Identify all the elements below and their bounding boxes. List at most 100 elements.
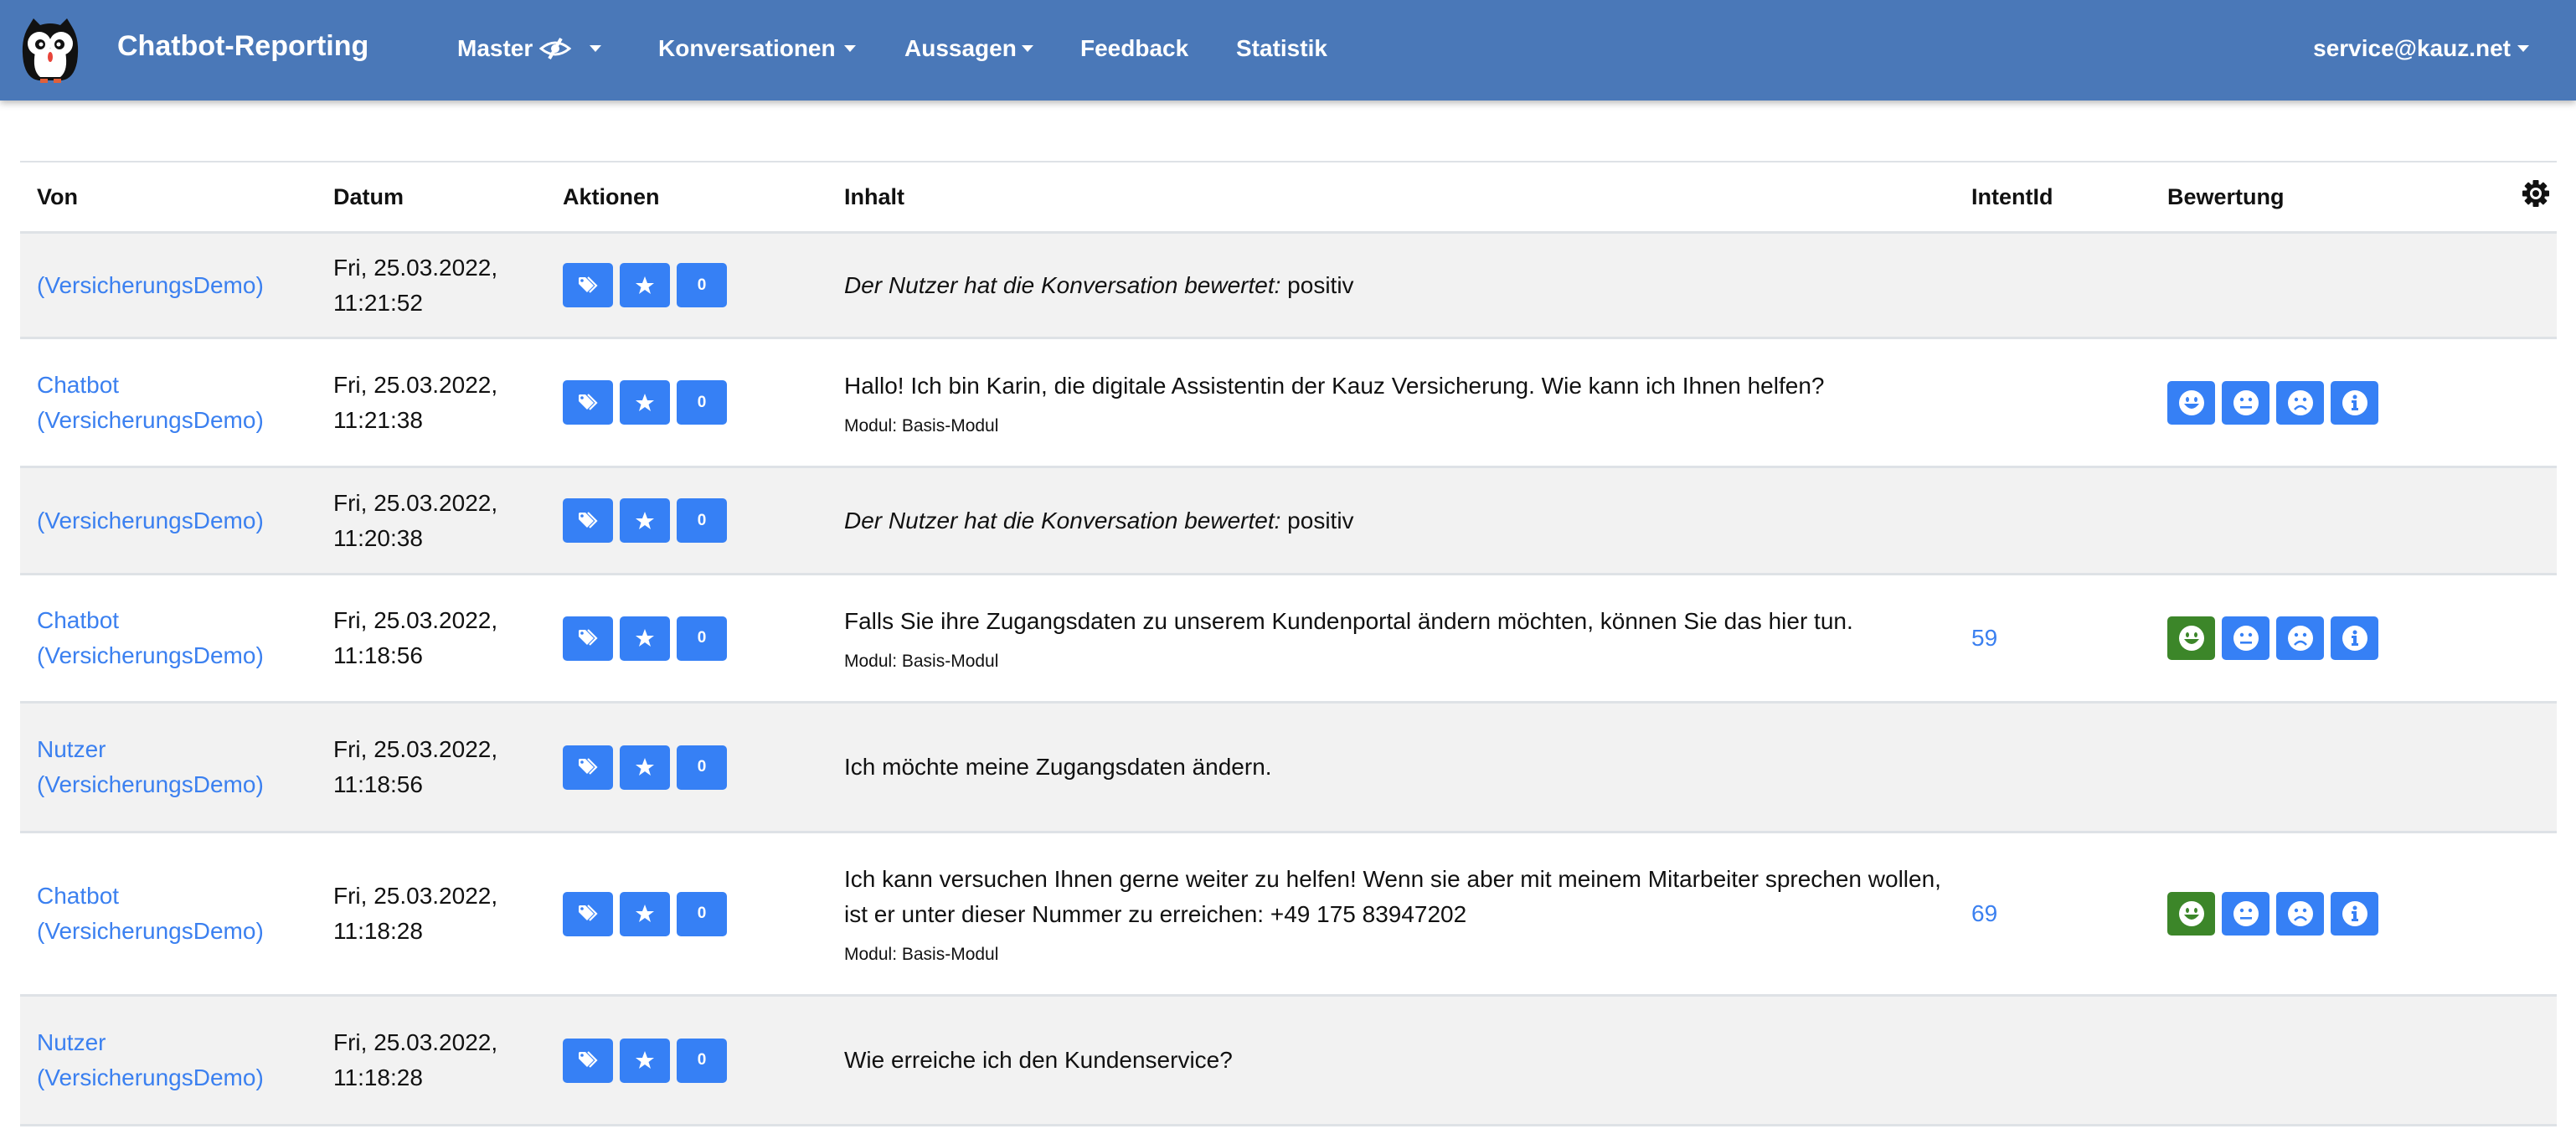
rate-neutral-button[interactable] (2222, 892, 2269, 936)
count-button[interactable]: 0 (677, 380, 727, 425)
tags-button[interactable] (563, 745, 613, 790)
cell-intentid: 69 (1955, 832, 2151, 997)
cell-datum: Fri, 25.03.2022, 11:21:52 (317, 232, 546, 339)
nav-feedback-link[interactable]: Feedback (1080, 35, 1188, 62)
cell-von: Nutzer (VersicherungsDemo) (20, 995, 317, 1126)
count-button[interactable]: 0 (677, 745, 727, 790)
favorite-button[interactable] (620, 380, 670, 425)
nav-statistik-link[interactable]: Statistik (1236, 35, 1327, 62)
date-text: Fri, 25.03.2022, (333, 489, 498, 516)
rate-negative-button[interactable] (2276, 380, 2324, 425)
tags-button[interactable] (563, 380, 613, 425)
rate-neutral-button[interactable] (2222, 380, 2269, 425)
sender-link[interactable]: (VersicherungsDemo) (37, 503, 317, 539)
message-body: Falls Sie ihre Zugangsdaten zu unserem K… (844, 608, 1853, 634)
cell-inhalt: Der Nutzer hat die Konversation bewertet… (827, 232, 1955, 339)
cell-inhalt: Falls Sie ihre Zugangsdaten zu unserem K… (827, 574, 1955, 704)
tags-button[interactable] (563, 263, 613, 307)
nav-feedback-label: Feedback (1080, 35, 1189, 61)
message-body: Wie erreiche ich den Kundenservice? (844, 1047, 1233, 1073)
column-header-datum[interactable]: Datum (317, 162, 546, 234)
sender-link[interactable]: Chatbot (VersicherungsDemo) (37, 603, 317, 673)
time-text: 11:21:38 (333, 406, 423, 433)
nav-master-dropdown[interactable]: Master (457, 35, 602, 62)
table-row: Chatbot (VersicherungsDemo) Fri, 25.03.2… (20, 574, 2557, 704)
rate-negative-button[interactable] (2276, 892, 2324, 936)
favorite-button[interactable] (620, 616, 670, 661)
date-text: Fri, 25.03.2022, (333, 1029, 498, 1055)
intent-id-link[interactable]: 59 (1971, 625, 1997, 651)
message-italic-prefix: Der Nutzer hat die Konversation bewertet… (844, 507, 1281, 533)
cell-intentid (1955, 466, 2151, 575)
table-header-row: Von Datum Aktionen Inhalt IntentId Bewer… (20, 162, 2557, 234)
date-text: Fri, 25.03.2022, (333, 736, 498, 762)
time-text: 11:18:28 (333, 1064, 423, 1090)
star-icon (636, 393, 654, 411)
sender-link[interactable]: Chatbot (VersicherungsDemo) (37, 368, 317, 438)
cell-bewertung (2151, 466, 2557, 575)
favorite-button[interactable] (620, 891, 670, 936)
sender-link[interactable]: Nutzer (VersicherungsDemo) (37, 1025, 317, 1095)
tags-button[interactable] (563, 891, 613, 936)
tags-icon (579, 629, 598, 646)
count-button[interactable]: 0 (677, 498, 727, 543)
favorite-button[interactable] (620, 745, 670, 790)
column-header-von[interactable]: Von (20, 162, 317, 234)
rating-info-button[interactable] (2331, 380, 2378, 425)
count-button[interactable]: 0 (677, 616, 727, 661)
count-button[interactable]: 0 (677, 891, 727, 936)
cell-inhalt: Ich kann versuchen Ihnen gerne weiter zu… (827, 832, 1955, 997)
star-icon (636, 758, 654, 776)
cell-von: Chatbot (VersicherungsDemo) (20, 338, 317, 468)
rate-positive-button[interactable] (2167, 616, 2215, 660)
nav-konversationen-dropdown[interactable]: Konversationen (658, 35, 856, 62)
count-button[interactable]: 0 (677, 263, 727, 307)
message-body: positiv (1280, 507, 1354, 533)
brand-title[interactable]: Chatbot-Reporting (117, 30, 368, 63)
nav-aussagen-dropdown[interactable]: Aussagen (904, 35, 1033, 62)
favorite-button[interactable] (620, 263, 670, 307)
tags-button[interactable] (563, 498, 613, 543)
user-menu-dropdown[interactable]: service@kauz.net (2313, 35, 2529, 62)
sender-name: Chatbot (37, 371, 120, 398)
sender-link[interactable]: Nutzer (VersicherungsDemo) (37, 732, 317, 802)
intent-id-link[interactable]: 69 (1971, 900, 1997, 926)
rate-positive-button[interactable] (2167, 892, 2215, 936)
rate-positive-button[interactable] (2167, 380, 2215, 425)
date-text: Fri, 25.03.2022, (333, 254, 498, 281)
rating-info-button[interactable] (2331, 616, 2378, 660)
rating-info-button[interactable] (2331, 892, 2378, 936)
time-text: 11:18:56 (333, 642, 423, 668)
cell-bewertung (2151, 232, 2557, 339)
cell-datum: Fri, 25.03.2022, 11:18:56 (317, 702, 546, 833)
cell-aktionen: 0 (546, 702, 827, 833)
rate-negative-button[interactable] (2276, 616, 2324, 660)
star-icon (636, 511, 654, 529)
sender-bot: (VersicherungsDemo) (37, 918, 264, 944)
sender-link[interactable]: Chatbot (VersicherungsDemo) (37, 879, 317, 949)
column-header-intentid[interactable]: IntentId (1955, 162, 2151, 234)
message-italic-prefix: Der Nutzer hat die Konversation bewertet… (844, 271, 1281, 298)
sender-name: Nutzer (37, 1029, 106, 1055)
cell-aktionen: 0 (546, 338, 827, 468)
chevron-down-icon (590, 45, 602, 52)
column-header-bewertung: Bewertung (2151, 162, 2557, 234)
tags-button[interactable] (563, 616, 613, 661)
nav-konversationen-label: Konversationen (658, 35, 836, 61)
gear-icon[interactable] (2522, 179, 2550, 208)
cell-bewertung (2151, 702, 2557, 833)
tags-button[interactable] (563, 1038, 613, 1083)
owl-logo-icon[interactable] (17, 15, 84, 85)
rate-neutral-button[interactable] (2222, 616, 2269, 660)
favorite-button[interactable] (620, 498, 670, 543)
favorite-button[interactable] (620, 1038, 670, 1083)
sender-link[interactable]: (VersicherungsDemo) (37, 268, 317, 303)
sender-bot: (VersicherungsDemo) (37, 642, 264, 668)
cell-aktionen: 0 (546, 995, 827, 1126)
navbar: Chatbot-Reporting Master Konversationen … (0, 0, 2576, 101)
cell-intentid (1955, 232, 2151, 339)
star-icon (636, 905, 654, 922)
sender-bot: (VersicherungsDemo) (37, 1064, 264, 1090)
count-button[interactable]: 0 (677, 1038, 727, 1083)
date-text: Fri, 25.03.2022, (333, 883, 498, 909)
